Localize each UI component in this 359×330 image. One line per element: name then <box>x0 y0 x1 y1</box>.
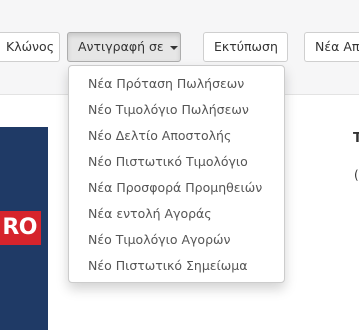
print-button[interactable]: Εκτύπωση <box>203 32 288 62</box>
menu-item-new-sales-invoice[interactable]: Νέο Τιμολόγιο Πωλήσεων <box>69 97 284 123</box>
print-button-label: Εκτύπωση <box>214 39 278 54</box>
menu-item-new-supplier-quotation[interactable]: Νέα Προσφορά Προμηθειών <box>69 175 284 201</box>
page: Κλώνος Αντιγραφή σε Εκτύπωση Νέα Απ RO T… <box>0 0 359 330</box>
clone-button[interactable]: Κλώνος <box>0 32 60 62</box>
copy-as-dropdown-menu: Νέα Πρόταση Πωλήσεων Νέο Τιμολόγιο Πωλήσ… <box>68 65 285 283</box>
menu-item-new-purchase-invoice[interactable]: Νέο Τιμολόγιο Αγορών <box>69 227 284 253</box>
menu-item-new-credit-note[interactable]: Νέο Πιστωτικό Σημείωμα <box>69 253 284 279</box>
new-button-label: Νέα Απ <box>315 39 359 54</box>
menu-item-new-purchase-order[interactable]: Νέα εντολή Αγοράς <box>69 201 284 227</box>
caret-down-icon <box>169 45 178 50</box>
menu-item-new-delivery-note[interactable]: Νέο Δελτίο Αποστολής <box>69 123 284 149</box>
menu-item-new-credit-invoice[interactable]: Νέο Πιστωτικό Τιμολόγιο <box>69 149 284 175</box>
logo-badge: RO <box>0 211 41 245</box>
copy-as-dropdown-button[interactable]: Αντιγραφή σε <box>67 32 181 62</box>
clone-button-label: Κλώνος <box>6 39 55 54</box>
logo-text: RO <box>2 215 37 240</box>
copy-as-button-label: Αντιγραφή σε <box>78 39 164 54</box>
menu-item-new-sales-quotation[interactable]: Νέα Πρόταση Πωλήσεων <box>69 71 284 97</box>
partial-heading: T <box>353 131 359 146</box>
new-button[interactable]: Νέα Απ <box>304 32 359 62</box>
partial-text: ( <box>354 168 359 182</box>
